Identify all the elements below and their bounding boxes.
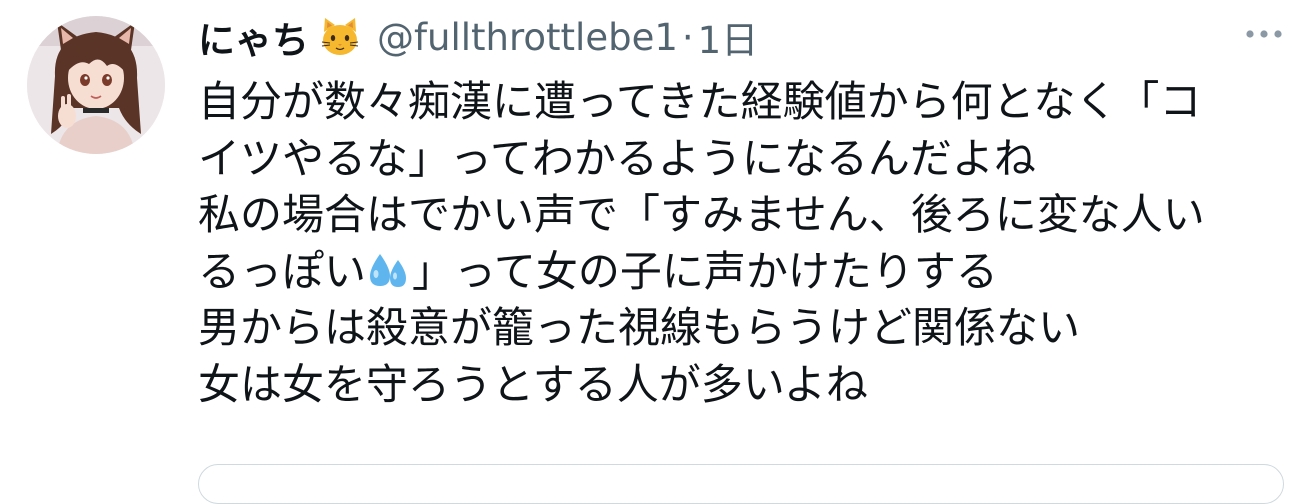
tweet-text-segment: 」って女の子に声かけたりする: [412, 246, 998, 296]
tweet-text-line: るっぽい 」って女の子に声かけたりする: [198, 244, 1283, 301]
more-horizontal-icon: [1246, 30, 1282, 38]
quoted-tweet-card[interactable]: [198, 464, 1284, 504]
tweet-text-line: 男からは殺意が籠った視線もらうけど関係ない: [198, 303, 1081, 352]
tweet-text-line: 私の場合はでかい声で「すみません、後ろに変な人い: [198, 190, 1205, 239]
more-options-button[interactable]: [1236, 14, 1292, 54]
separator-dot: ·: [681, 15, 694, 59]
tweet-text: 自分が数々痴漢に遭ってきた経験値から何となく「コ イツやるな」ってわかるようにな…: [198, 74, 1283, 413]
display-name[interactable]: にゃち: [198, 10, 309, 64]
tweet[interactable]: にゃち @fullthrottlebe1 · 1日 自分が数々痴漢に遭ってきた経…: [0, 0, 1310, 504]
tweet-text-line: イツやるな」ってわかるようになるんだよね: [198, 133, 1036, 183]
tweet-text-line: 自分が数々痴漢に遭ってきた経験値から何となく「コ: [198, 77, 1202, 126]
avatar[interactable]: [27, 16, 165, 154]
tweet-text-segment: るっぽい: [198, 246, 367, 296]
tweet-header: にゃち @fullthrottlebe1 · 1日: [198, 10, 758, 64]
cat-face-emoji-icon: [319, 16, 361, 58]
sweat-droplets-icon: [366, 250, 412, 292]
user-handle[interactable]: @fullthrottlebe1: [377, 16, 678, 59]
tweet-text-line: 女は女を守ろうとする人が多いよね: [198, 359, 868, 409]
timestamp[interactable]: 1日: [698, 10, 759, 64]
